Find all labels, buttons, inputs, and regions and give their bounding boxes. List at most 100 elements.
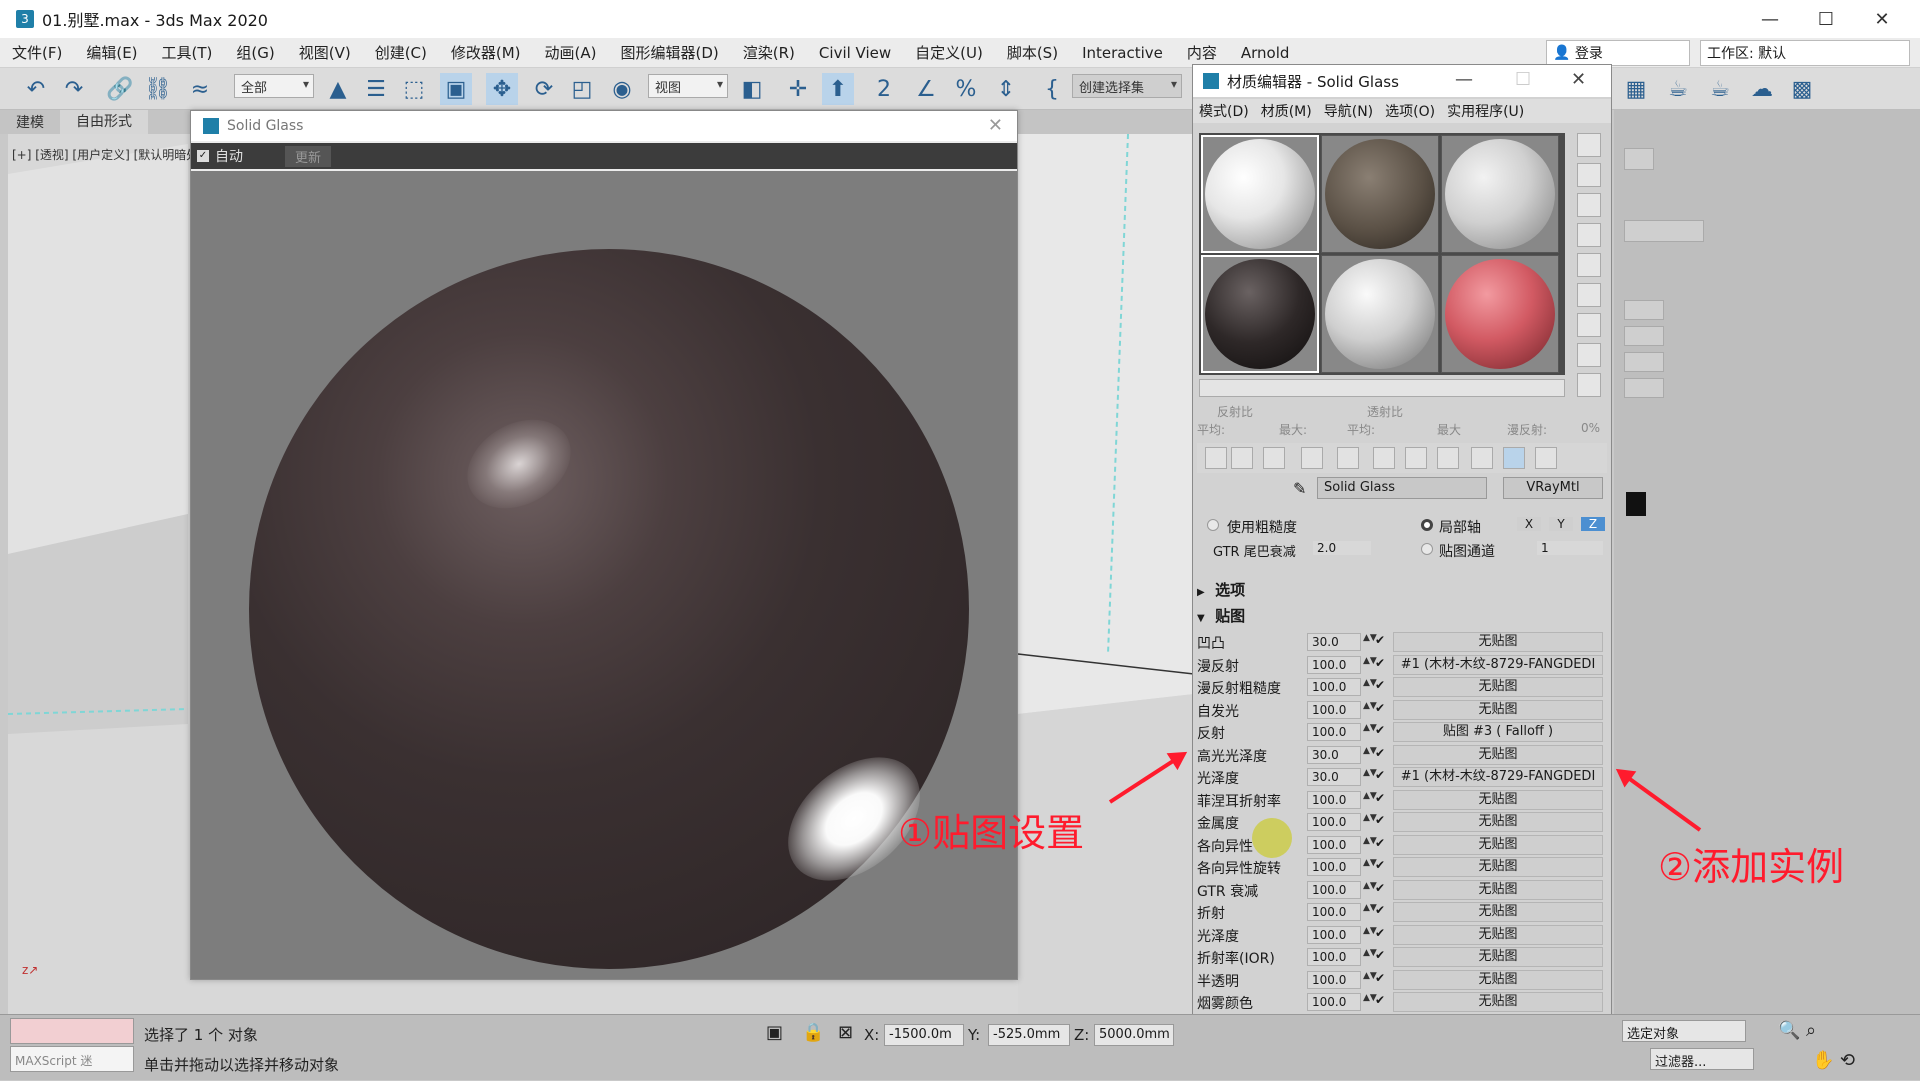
menu-create[interactable]: 创建(C) bbox=[363, 42, 439, 63]
menu-rendering[interactable]: 渲染(R) bbox=[731, 42, 807, 63]
panel-button-2[interactable] bbox=[1624, 326, 1664, 346]
menu-tools[interactable]: 工具(T) bbox=[150, 42, 225, 63]
map-enable-checkbox[interactable]: ✔ bbox=[1375, 656, 1385, 670]
sample-slot-5[interactable] bbox=[1321, 255, 1439, 373]
select-by-material-icon[interactable] bbox=[1577, 343, 1601, 367]
menu-content[interactable]: 内容 bbox=[1175, 42, 1229, 63]
sample-slot-6[interactable] bbox=[1441, 255, 1559, 373]
video-color-icon[interactable] bbox=[1577, 253, 1601, 277]
select-rotate-icon[interactable]: ⟳ bbox=[528, 73, 560, 105]
me-menu-modes[interactable]: 模式(D) bbox=[1193, 101, 1255, 121]
map-amount-spinner[interactable]: 30.0 bbox=[1307, 746, 1361, 764]
map-slot-button[interactable]: 无贴图 bbox=[1393, 902, 1603, 922]
update-button[interactable]: 更新 bbox=[285, 146, 331, 167]
panel-button-4[interactable] bbox=[1624, 378, 1664, 398]
spinner-snap-icon[interactable]: ⇕ bbox=[990, 73, 1022, 105]
go-to-parent-icon[interactable] bbox=[1535, 447, 1557, 469]
options-icon[interactable] bbox=[1577, 313, 1601, 337]
axis-z-button[interactable]: Z bbox=[1581, 517, 1605, 531]
uv-tiling-icon[interactable] bbox=[1577, 223, 1601, 247]
me-minimize-icon[interactable]: — bbox=[1455, 69, 1473, 90]
workspace-dropdown[interactable]: 工作区: 默认 bbox=[1700, 40, 1910, 66]
map-slot-button[interactable]: 无贴图 bbox=[1393, 812, 1603, 832]
me-close-icon[interactable]: ✕ bbox=[1571, 69, 1586, 90]
map-amount-spinner[interactable]: 100.0 bbox=[1307, 926, 1361, 944]
map-amount-spinner[interactable]: 30.0 bbox=[1307, 633, 1361, 651]
login-dropdown[interactable]: 👤 登录 bbox=[1546, 40, 1690, 66]
tab-freeform[interactable]: 自由形式 bbox=[60, 110, 148, 134]
map-slot-button[interactable]: 无贴图 bbox=[1393, 992, 1603, 1012]
menu-views[interactable]: 视图(V) bbox=[287, 42, 363, 63]
map-slot-button[interactable]: 无贴图 bbox=[1393, 970, 1603, 990]
map-slot-button[interactable]: 无贴图 bbox=[1393, 745, 1603, 765]
pan-icon[interactable]: ✋ bbox=[1812, 1050, 1834, 1071]
me-menu-options[interactable]: 选项(O) bbox=[1379, 101, 1441, 121]
menu-file[interactable]: 文件(F) bbox=[0, 42, 74, 63]
get-material-icon[interactable] bbox=[1205, 447, 1227, 469]
map-enable-checkbox[interactable]: ✔ bbox=[1375, 993, 1385, 1007]
map-channel-spinner[interactable]: 1 bbox=[1537, 541, 1603, 555]
selection-set-dropdown[interactable]: 选定对象 bbox=[1622, 1020, 1746, 1042]
material-id-icon[interactable] bbox=[1437, 447, 1459, 469]
map-amount-spinner[interactable]: 100.0 bbox=[1307, 656, 1361, 674]
map-amount-spinner[interactable]: 100.0 bbox=[1307, 971, 1361, 989]
backlight-icon[interactable] bbox=[1577, 163, 1601, 187]
axis-x-button[interactable]: X bbox=[1517, 517, 1541, 531]
make-preview-icon[interactable] bbox=[1577, 283, 1601, 307]
sample-slot-3[interactable] bbox=[1441, 135, 1559, 253]
map-amount-spinner[interactable]: 100.0 bbox=[1307, 948, 1361, 966]
map-slot-button[interactable]: 无贴图 bbox=[1393, 925, 1603, 945]
map-enable-checkbox[interactable]: ✔ bbox=[1375, 881, 1385, 895]
viewport-label[interactable]: [+] [透视] [用户定义] [默认明暗处理] bbox=[12, 146, 215, 163]
map-amount-spinner[interactable]: 100.0 bbox=[1307, 836, 1361, 854]
layout-icon[interactable]: ▩ bbox=[1786, 73, 1818, 105]
map-slot-button[interactable]: 无贴图 bbox=[1393, 700, 1603, 720]
map-enable-checkbox[interactable]: ✔ bbox=[1375, 791, 1385, 805]
lock-icon[interactable]: 🔒 bbox=[802, 1022, 824, 1043]
map-slot-button[interactable]: #1 (木材-木纹-8729-FANGDEDI bbox=[1393, 767, 1603, 787]
object-type-dropdown[interactable] bbox=[1624, 220, 1704, 242]
gtr-tail-spinner[interactable]: 2.0 bbox=[1313, 541, 1371, 555]
material-navigator-icon[interactable] bbox=[1577, 373, 1601, 397]
select-move-icon[interactable]: ✥ bbox=[486, 73, 518, 105]
me-menu-material[interactable]: 材质(M) bbox=[1255, 101, 1318, 121]
map-amount-spinner[interactable]: 100.0 bbox=[1307, 903, 1361, 921]
menu-arnold[interactable]: Arnold bbox=[1229, 44, 1302, 62]
rollout-options[interactable]: ▶ 选项 bbox=[1197, 579, 1607, 601]
manipulate-icon[interactable]: ✛ bbox=[782, 73, 814, 105]
named-selection-dropdown[interactable]: 创建选择集 bbox=[1072, 74, 1182, 98]
named-selection-icon[interactable]: { bbox=[1036, 73, 1068, 105]
map-enable-checkbox[interactable]: ✔ bbox=[1375, 971, 1385, 985]
map-slot-button[interactable]: 无贴图 bbox=[1393, 677, 1603, 697]
put-to-scene-icon[interactable] bbox=[1231, 447, 1253, 469]
slots-horizontal-scrollbar[interactable] bbox=[1199, 379, 1565, 397]
keyboard-shortcut-icon[interactable]: ⬆ bbox=[822, 73, 854, 105]
undo-icon[interactable]: ↶ bbox=[20, 73, 52, 105]
unlink-icon[interactable]: ⛓ bbox=[142, 73, 174, 105]
orbit-icon[interactable]: ⟲ bbox=[1840, 1050, 1855, 1071]
material-name-dropdown[interactable]: Solid Glass bbox=[1317, 477, 1487, 499]
local-axis-radio[interactable] bbox=[1421, 519, 1433, 531]
axis-y-button[interactable]: Y bbox=[1549, 517, 1573, 531]
map-amount-spinner[interactable]: 100.0 bbox=[1307, 858, 1361, 876]
sample-slot-1[interactable] bbox=[1201, 135, 1319, 253]
isolate-icon[interactable]: ▣ bbox=[766, 1022, 783, 1043]
map-amount-spinner[interactable]: 100.0 bbox=[1307, 701, 1361, 719]
map-amount-spinner[interactable]: 100.0 bbox=[1307, 881, 1361, 899]
use-roughness-checkbox[interactable] bbox=[1207, 519, 1219, 531]
map-enable-checkbox[interactable]: ✔ bbox=[1375, 633, 1385, 647]
color-swatch[interactable] bbox=[1626, 492, 1646, 516]
map-slot-button[interactable]: 无贴图 bbox=[1393, 632, 1603, 652]
menu-modifiers[interactable]: 修改器(M) bbox=[439, 42, 533, 63]
show-map-icon[interactable] bbox=[1471, 447, 1493, 469]
map-channel-radio[interactable] bbox=[1421, 543, 1433, 555]
map-enable-checkbox[interactable]: ✔ bbox=[1375, 813, 1385, 827]
menu-customize[interactable]: 自定义(U) bbox=[903, 42, 995, 63]
panel-button-3[interactable] bbox=[1624, 352, 1664, 372]
map-enable-checkbox[interactable]: ✔ bbox=[1375, 858, 1385, 872]
selection-filter-dropdown[interactable]: 全部 bbox=[234, 74, 314, 98]
rendered-frame-icon[interactable]: ☕ bbox=[1662, 73, 1694, 105]
map-slot-button[interactable]: #1 (木材-木纹-8729-FANGDEDI bbox=[1393, 655, 1603, 675]
redo-icon[interactable]: ↷ bbox=[58, 73, 90, 105]
preview-close-icon[interactable]: ✕ bbox=[988, 115, 1003, 136]
